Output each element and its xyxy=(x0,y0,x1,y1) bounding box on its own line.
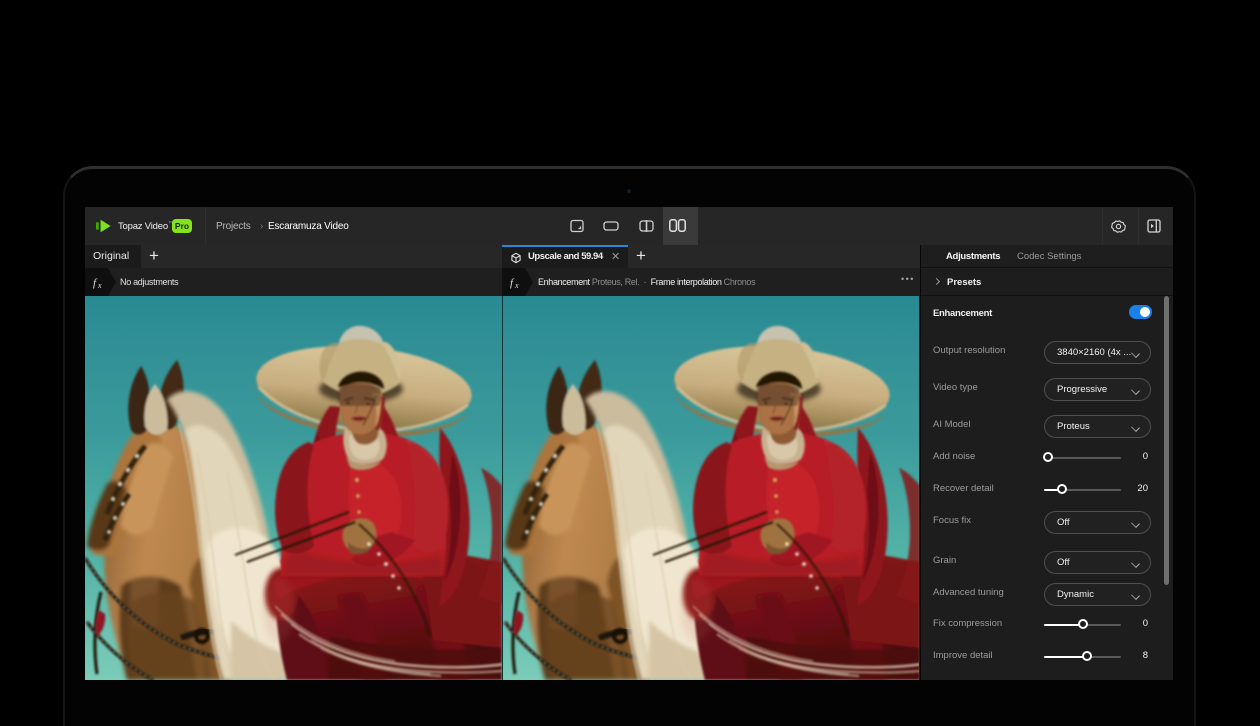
svg-text:x: x xyxy=(514,281,519,290)
svg-text:x: x xyxy=(97,281,102,290)
